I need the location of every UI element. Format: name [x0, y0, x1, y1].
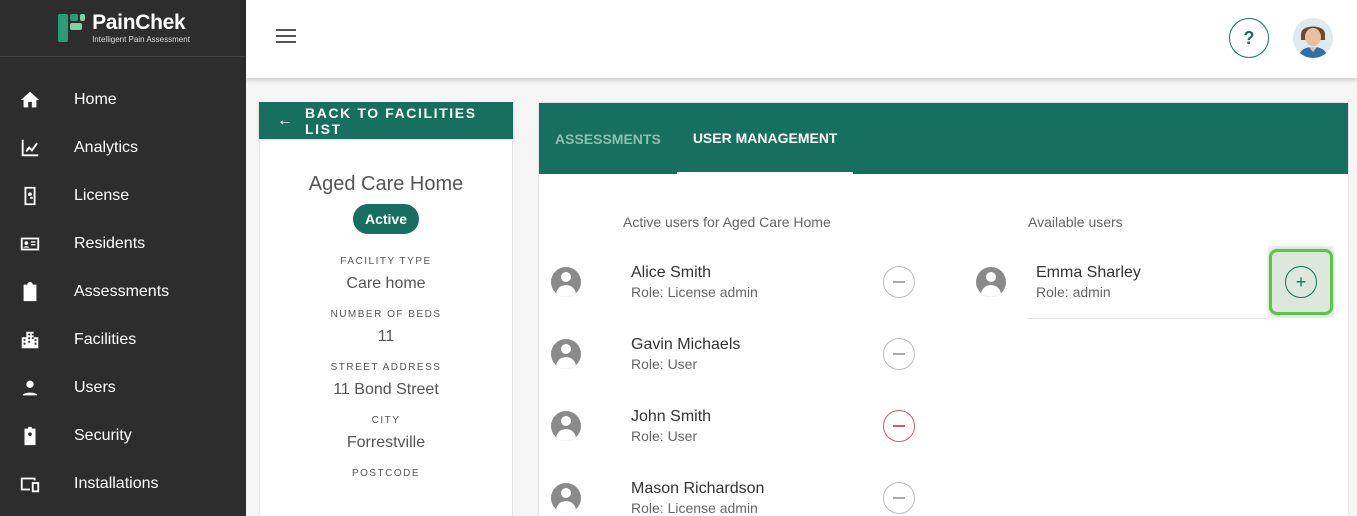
analytics-icon	[18, 136, 42, 160]
minus-icon	[893, 353, 905, 355]
sidebar-item-residents[interactable]: Residents	[0, 220, 246, 268]
security-icon	[18, 424, 42, 448]
remove-user-button[interactable]	[883, 266, 915, 298]
postcode-label: POSTCODE	[351, 468, 421, 479]
user-management-panel: ASSESSMENTS USER MANAGEMENT Active users…	[538, 102, 1349, 516]
status-badge: Active	[352, 204, 420, 234]
available-users-title: Available users	[1028, 214, 1123, 230]
remove-user-button[interactable]	[883, 338, 915, 370]
sidebar-item-security[interactable]: Security	[0, 412, 246, 460]
street-label: STREET ADDRESS	[330, 362, 442, 373]
sidebar-item-home[interactable]: Home	[0, 76, 246, 124]
home-icon	[18, 88, 42, 112]
sidebar-item-label: Analytics	[74, 139, 139, 156]
brand-tagline: Intelligent Pain Assessment	[92, 35, 190, 44]
account-circle-icon	[551, 483, 581, 513]
user-role: Role: License admin	[631, 284, 758, 300]
sidebar-item-label: Assessments	[74, 283, 170, 300]
add-user-button[interactable]: +	[1269, 249, 1333, 315]
brand-logo[interactable]: PainChek Intelligent Pain Assessment	[0, 0, 246, 57]
plus-icon: +	[1285, 266, 1317, 298]
minus-icon	[893, 497, 905, 499]
account-circle-icon	[976, 267, 1006, 297]
active-user-row: Gavin Michaels Role: User	[551, 318, 931, 390]
remove-user-button[interactable]	[883, 410, 915, 442]
sidebar-item-label: Users	[74, 379, 116, 396]
tab-user-management[interactable]: USER MANAGEMENT	[676, 103, 854, 174]
help-button[interactable]: ?	[1229, 18, 1269, 58]
sidebar-item-license[interactable]: License	[0, 172, 246, 220]
sidebar-item-label: Facilities	[74, 331, 137, 348]
license-icon	[18, 184, 42, 208]
minus-icon	[893, 281, 905, 283]
account-circle-icon	[551, 267, 581, 297]
facility-type-label: FACILITY TYPE	[340, 256, 432, 267]
installations-icon	[18, 472, 42, 496]
top-header: ?	[246, 0, 1357, 78]
sidebar-item-label: Security	[74, 427, 132, 444]
sidebar-item-label: Home	[74, 91, 117, 108]
assessments-icon	[18, 280, 42, 304]
facilities-icon	[18, 328, 42, 352]
row-divider	[1027, 318, 1267, 319]
active-user-row: John Smith Role: User	[551, 390, 931, 462]
brand-name: PainChek	[92, 11, 186, 34]
sidebar-item-label: Residents	[74, 235, 146, 252]
active-user-row: Mason Richardson Role: License admin	[551, 462, 931, 516]
arrow-left-icon: ←	[277, 111, 293, 129]
sidebar-item-installations[interactable]: Installations	[0, 460, 246, 508]
sidebar-item-label: Installations	[74, 475, 159, 492]
sidebar-item-label: License	[74, 187, 130, 204]
minus-icon	[893, 425, 905, 427]
account-circle-icon	[551, 411, 581, 441]
active-users-title: Active users for Aged Care Home	[623, 214, 831, 230]
sidebar: PainChek Intelligent Pain Assessment Hom…	[0, 0, 246, 516]
beds-label: NUMBER OF BEDS	[330, 309, 442, 320]
city-value: Forrestville	[346, 434, 426, 451]
remove-user-button[interactable]	[883, 482, 915, 514]
residents-icon	[18, 232, 42, 256]
back-button-label: BACK TO FACILITIES LIST	[305, 104, 477, 137]
sidebar-item-users[interactable]: Users	[0, 364, 246, 412]
user-name: Mason Richardson	[631, 480, 765, 497]
user-name: Gavin Michaels	[631, 336, 741, 353]
user-role: Role: User	[631, 356, 698, 372]
sidebar-item-facilities[interactable]: Facilities	[0, 316, 246, 364]
facility-details-card: Aged Care Home Active FACILITY TYPE Care…	[259, 139, 513, 516]
active-user-row: Alice Smith Role: License admin	[551, 246, 931, 318]
users-icon	[18, 376, 42, 400]
user-name: Alice Smith	[631, 264, 712, 281]
painchek-logo-icon	[56, 12, 86, 44]
tab-assessments[interactable]: ASSESSMENTS	[555, 103, 677, 174]
user-role: Role: admin	[1036, 284, 1111, 300]
user-role: Role: License admin	[631, 500, 758, 516]
city-label: CITY	[371, 415, 401, 426]
user-name: Emma Sharley	[1036, 264, 1141, 281]
facility-name: Aged Care Home	[308, 173, 464, 195]
hamburger-menu-icon[interactable]	[276, 29, 296, 45]
facility-type-value: Care home	[346, 275, 426, 292]
beds-value: 11	[377, 328, 395, 345]
user-role: Role: User	[631, 428, 698, 444]
back-to-facilities-button[interactable]: ← BACK TO FACILITIES LIST	[259, 102, 513, 139]
user-avatar[interactable]	[1293, 18, 1333, 58]
tab-bar: ASSESSMENTS USER MANAGEMENT	[539, 103, 1348, 174]
sidebar-nav: Home Analytics License Residents Assessm…	[0, 76, 246, 508]
user-name: John Smith	[631, 408, 712, 425]
add-button-cell: +	[1268, 246, 1334, 318]
sidebar-item-analytics[interactable]: Analytics	[0, 124, 246, 172]
street-value: 11 Bond Street	[333, 381, 439, 398]
account-circle-icon	[551, 339, 581, 369]
sidebar-item-assessments[interactable]: Assessments	[0, 268, 246, 316]
